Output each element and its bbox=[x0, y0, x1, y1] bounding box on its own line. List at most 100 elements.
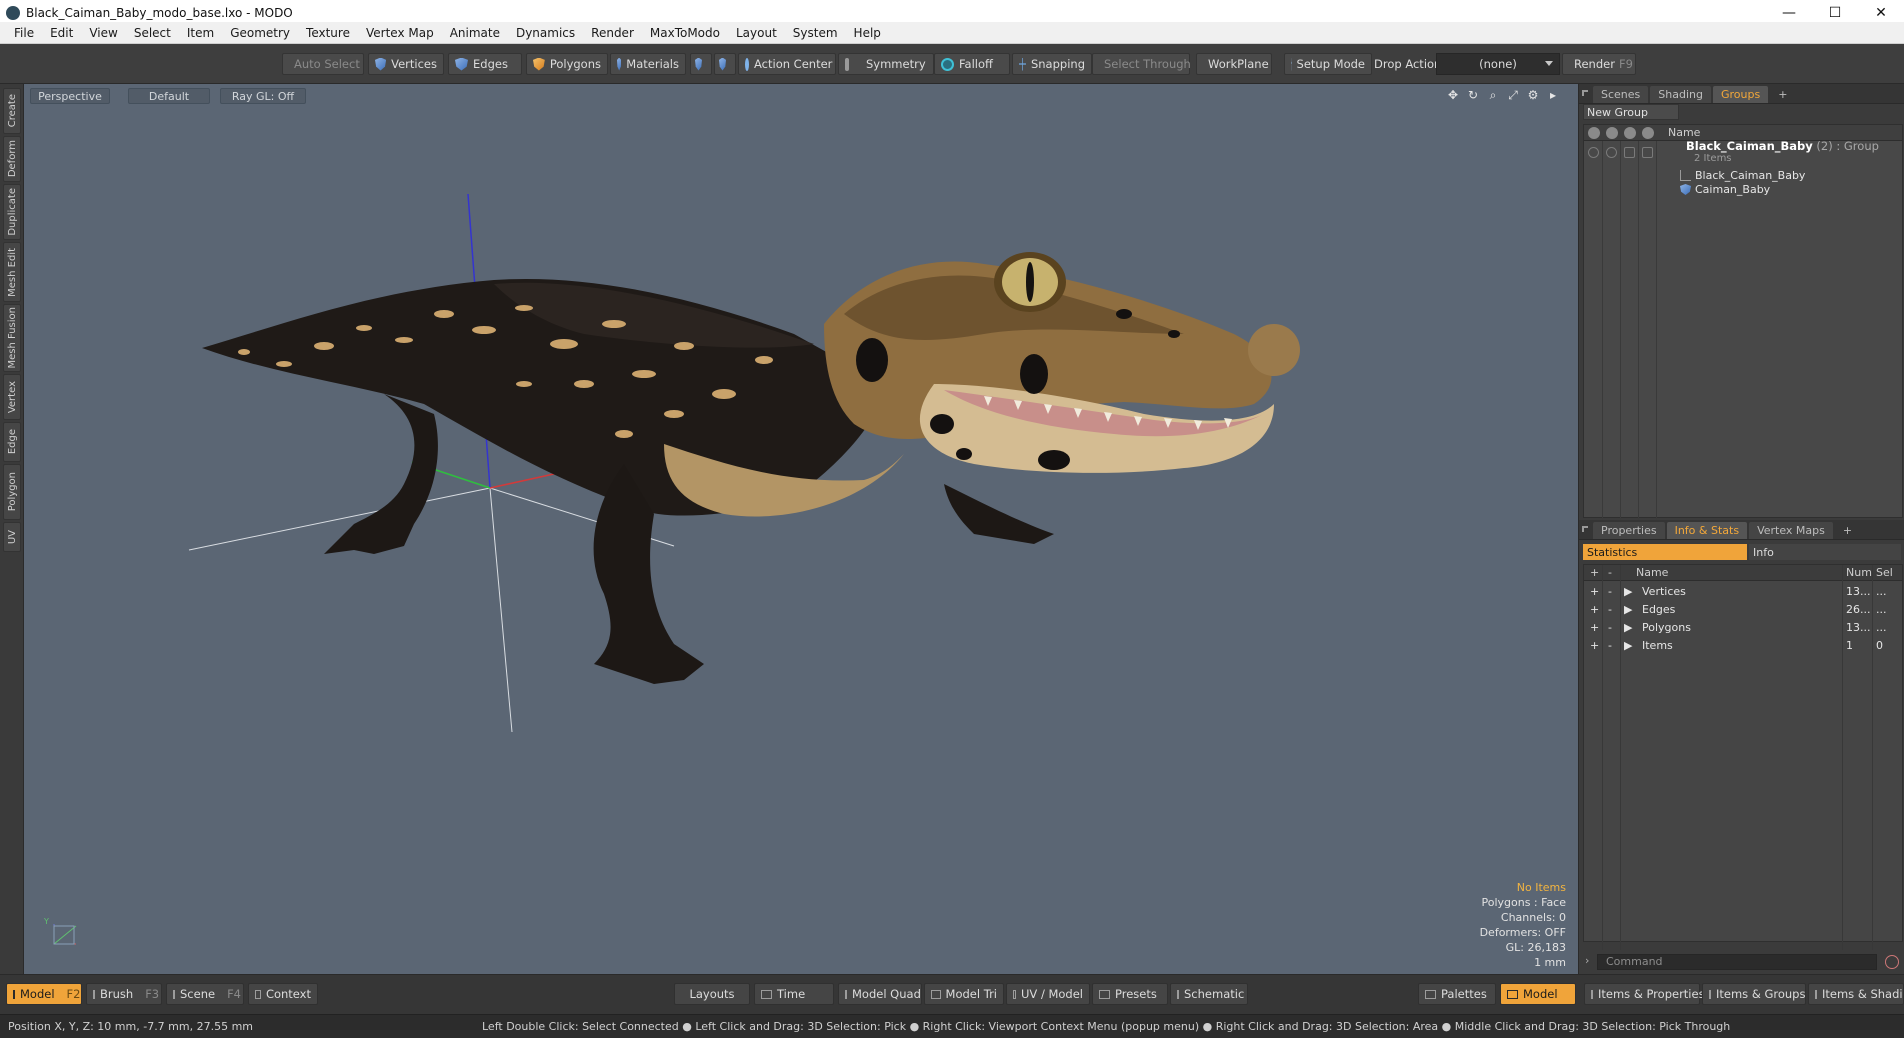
list-item[interactable]: Black_Caiman_Baby bbox=[1680, 169, 1805, 182]
add-tab-button[interactable]: + bbox=[1770, 86, 1795, 103]
action-center-button[interactable]: Action Center bbox=[738, 53, 836, 75]
materials-button[interactable]: Materials bbox=[610, 53, 686, 75]
command-input[interactable]: Command bbox=[1597, 954, 1877, 970]
add-icon[interactable]: + bbox=[1590, 603, 1599, 616]
scene-layout-button[interactable]: Scene F4 bbox=[166, 983, 244, 1005]
select-through-button[interactable]: Select Through bbox=[1092, 53, 1191, 75]
menu-help[interactable]: Help bbox=[846, 22, 889, 44]
symmetry-button[interactable]: Symmetry bbox=[838, 53, 934, 75]
tab-polygon[interactable]: Polygon bbox=[3, 464, 21, 520]
layouts-button[interactable]: Layouts bbox=[674, 983, 750, 1005]
drop-action-dropdown[interactable]: (none) bbox=[1436, 53, 1560, 75]
zoom-view-icon[interactable]: ⌕ bbox=[1486, 88, 1500, 102]
tab-vertex[interactable]: Vertex bbox=[3, 374, 21, 420]
remove-icon[interactable]: - bbox=[1608, 603, 1612, 616]
visibility-toggle[interactable] bbox=[1588, 147, 1599, 158]
menu-geometry[interactable]: Geometry bbox=[222, 22, 298, 44]
view-type-dropdown[interactable]: Perspective bbox=[30, 88, 110, 104]
remove-icon[interactable]: - bbox=[1608, 639, 1612, 652]
menu-view[interactable]: View bbox=[81, 22, 125, 44]
tab-edge[interactable]: Edge bbox=[3, 422, 21, 462]
tab-uv[interactable]: UV bbox=[3, 522, 21, 552]
menu-render[interactable]: Render bbox=[583, 22, 642, 44]
caiman-model-render[interactable] bbox=[24, 84, 1578, 974]
tab-duplicate[interactable]: Duplicate bbox=[3, 184, 21, 240]
new-group-button[interactable]: New Group bbox=[1583, 104, 1679, 120]
time-button[interactable]: Time bbox=[754, 983, 834, 1005]
model-layout-button[interactable]: Model F2 bbox=[6, 983, 82, 1005]
menu-system[interactable]: System bbox=[785, 22, 846, 44]
menu-layout[interactable]: Layout bbox=[728, 22, 785, 44]
fit-view-icon[interactable]: ⤢ bbox=[1506, 88, 1520, 102]
rotate-view-icon[interactable]: ↻ bbox=[1466, 88, 1480, 102]
menu-edit[interactable]: Edit bbox=[42, 22, 81, 44]
table-row[interactable]: + - ▶ Edges 26... ... bbox=[1584, 603, 1902, 618]
items-shading-button[interactable]: Items & Shading bbox=[1808, 983, 1904, 1005]
info-tab[interactable]: Info bbox=[1749, 544, 1901, 560]
table-row[interactable]: + - ▶ Vertices 13... ... bbox=[1584, 585, 1902, 600]
add-icon[interactable]: + bbox=[1590, 585, 1599, 598]
vertices-button[interactable]: Vertices bbox=[368, 53, 444, 75]
statistics-tab[interactable]: Statistics bbox=[1583, 544, 1747, 560]
select-toggle[interactable] bbox=[1642, 147, 1653, 158]
menu-vertex-map[interactable]: Vertex Map bbox=[358, 22, 442, 44]
item-mode-button[interactable] bbox=[690, 53, 712, 75]
move-view-icon[interactable]: ✥ bbox=[1446, 88, 1460, 102]
shading-dropdown[interactable]: Default bbox=[128, 88, 210, 104]
menu-select[interactable]: Select bbox=[126, 22, 179, 44]
group-item[interactable]: Black_Caiman_Baby (2) : Group bbox=[1686, 139, 1879, 153]
tab-scenes[interactable]: Scenes bbox=[1593, 86, 1649, 103]
tab-info-stats[interactable]: Info & Stats bbox=[1666, 522, 1748, 539]
menu-dynamics[interactable]: Dynamics bbox=[508, 22, 583, 44]
table-row[interactable]: + - ▶ Polygons 13... ... bbox=[1584, 621, 1902, 636]
tab-properties[interactable]: Properties bbox=[1593, 522, 1665, 539]
schematic-button[interactable]: Schematic bbox=[1170, 983, 1248, 1005]
context-layout-button[interactable]: Context bbox=[248, 983, 318, 1005]
panel-grip-icon[interactable] bbox=[1582, 90, 1588, 96]
menu-animate[interactable]: Animate bbox=[442, 22, 508, 44]
tab-mesh-fusion[interactable]: Mesh Fusion bbox=[3, 304, 21, 372]
tab-mesh-edit[interactable]: Mesh Edit bbox=[3, 242, 21, 302]
tab-groups[interactable]: Groups bbox=[1712, 86, 1769, 103]
render-button[interactable]: Render F9 bbox=[1562, 53, 1636, 75]
snapping-button[interactable]: Snapping bbox=[1012, 53, 1092, 75]
uv-model-button[interactable]: UV / Model bbox=[1006, 983, 1090, 1005]
triangle-right-icon[interactable]: ▸ bbox=[1546, 88, 1560, 102]
menu-maxtomodo[interactable]: MaxToModo bbox=[642, 22, 728, 44]
gear-icon[interactable]: ⚙ bbox=[1526, 88, 1540, 102]
tab-shading[interactable]: Shading bbox=[1650, 86, 1711, 103]
auto-select-button[interactable]: Auto Select bbox=[282, 53, 364, 75]
expand-icon[interactable]: ▶ bbox=[1624, 603, 1632, 616]
expand-icon[interactable]: ▶ bbox=[1624, 585, 1632, 598]
panel-grip-icon[interactable] bbox=[1582, 526, 1588, 532]
items-groups-button[interactable]: Items & Groups bbox=[1702, 983, 1806, 1005]
menu-item[interactable]: Item bbox=[179, 22, 222, 44]
model-layout-right-button[interactable]: Model bbox=[1500, 983, 1576, 1005]
edges-button[interactable]: Edges bbox=[448, 53, 522, 75]
falloff-button[interactable]: Falloff bbox=[934, 53, 1010, 75]
presets-button[interactable]: Presets bbox=[1092, 983, 1168, 1005]
table-row[interactable]: + - ▶ Items 1 0 bbox=[1584, 639, 1902, 654]
list-item[interactable]: Caiman_Baby bbox=[1680, 183, 1770, 196]
items-properties-button[interactable]: Items & Properties bbox=[1584, 983, 1705, 1005]
tab-deform[interactable]: Deform bbox=[3, 136, 21, 182]
tab-vertex-maps[interactable]: Vertex Maps bbox=[1749, 522, 1833, 539]
expand-icon[interactable]: ▶ bbox=[1624, 621, 1632, 634]
polygons-button[interactable]: Polygons bbox=[526, 53, 608, 75]
tab-create[interactable]: Create bbox=[3, 88, 21, 134]
remove-icon[interactable]: - bbox=[1608, 621, 1612, 634]
brush-layout-button[interactable]: Brush F3 bbox=[86, 983, 162, 1005]
menu-file[interactable]: File bbox=[6, 22, 42, 44]
remove-icon[interactable]: - bbox=[1608, 585, 1612, 598]
command-history-icon[interactable] bbox=[1885, 955, 1899, 969]
3d-viewport[interactable]: Perspective Default Ray GL: Off ✥ ↻ ⌕ ⤢ … bbox=[24, 84, 1578, 974]
workplane-button[interactable]: WorkPlane bbox=[1196, 53, 1272, 75]
render-toggle[interactable] bbox=[1606, 147, 1617, 158]
add-icon[interactable]: + bbox=[1590, 621, 1599, 634]
lock-toggle[interactable] bbox=[1624, 147, 1635, 158]
menu-texture[interactable]: Texture bbox=[298, 22, 358, 44]
model-tri-button[interactable]: Model Tri bbox=[924, 983, 1004, 1005]
setup-mode-button[interactable]: Setup Mode bbox=[1284, 53, 1372, 75]
raygl-toggle[interactable]: Ray GL: Off bbox=[220, 88, 306, 104]
add-icon[interactable]: + bbox=[1590, 639, 1599, 652]
